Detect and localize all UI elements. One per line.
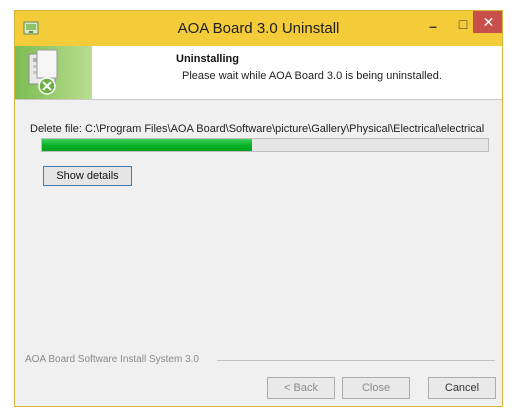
uninstall-window: AOA Board 3.0 Uninstall – □ ✕ Uninstalli… xyxy=(14,10,503,407)
minimize-button[interactable]: – xyxy=(419,15,447,37)
title-bar[interactable]: AOA Board 3.0 Uninstall – □ ✕ xyxy=(15,11,502,46)
progress-fill xyxy=(42,139,252,151)
header-banner xyxy=(15,46,92,99)
branding-text: AOA Board Software Install System 3.0 xyxy=(25,354,199,365)
header-panel: Uninstalling Please wait while AOA Board… xyxy=(15,46,502,100)
show-details-button[interactable]: Show details xyxy=(43,166,132,186)
status-text: Delete file: C:\Program Files\AOA Board\… xyxy=(30,123,485,135)
close-window-button[interactable]: ✕ xyxy=(473,11,502,33)
cancel-button[interactable]: Cancel xyxy=(428,377,496,399)
progress-bar xyxy=(41,138,489,152)
back-button[interactable]: < Back xyxy=(267,377,335,399)
header-title: Uninstalling xyxy=(176,53,239,65)
footer-divider xyxy=(217,360,495,361)
header-subtitle: Please wait while AOA Board 3.0 is being… xyxy=(182,70,442,82)
close-button[interactable]: Close xyxy=(342,377,410,399)
uninstall-icon xyxy=(28,49,58,95)
